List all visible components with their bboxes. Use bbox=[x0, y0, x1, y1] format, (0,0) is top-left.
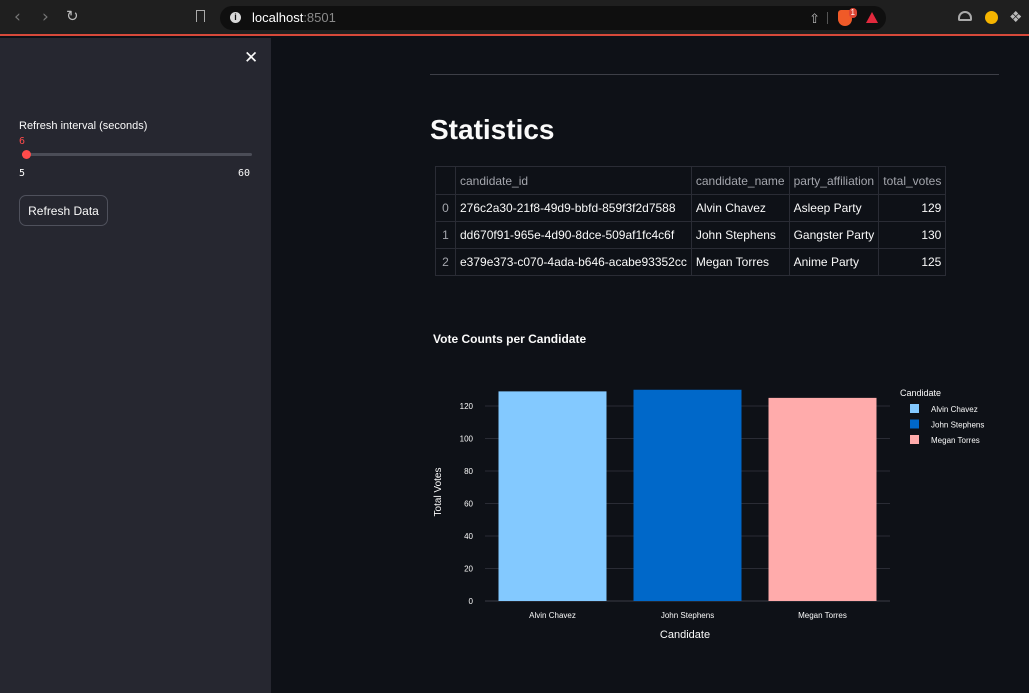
site-info-icon[interactable]: i bbox=[230, 12, 241, 23]
cell-total-votes[interactable]: 129 bbox=[878, 194, 947, 222]
chart-bars bbox=[498, 389, 877, 601]
address-bar[interactable]: i localhost:8501 ⇧ 1 bbox=[220, 6, 886, 30]
slider-thumb[interactable] bbox=[22, 150, 32, 159]
column-header-total-votes[interactable]: total_votes bbox=[878, 166, 947, 195]
bookmark-icon[interactable] bbox=[196, 10, 205, 26]
cell-total-votes[interactable]: 125 bbox=[878, 248, 947, 276]
header-divider bbox=[430, 74, 999, 75]
toolbar-separator bbox=[827, 12, 828, 24]
reload-icon[interactable]: ↻ bbox=[66, 8, 79, 25]
index-header[interactable] bbox=[435, 166, 456, 195]
x-tick-label: Alvin Chavez bbox=[529, 611, 576, 620]
cell-party-affiliation[interactable]: Asleep Party bbox=[788, 194, 880, 222]
y-tick-label: 120 bbox=[460, 402, 474, 411]
chart-title: Vote Counts per Candidate bbox=[433, 332, 587, 346]
close-sidebar-icon[interactable]: ✕ bbox=[244, 48, 258, 68]
cell-party-affiliation[interactable]: Gangster Party bbox=[788, 221, 880, 249]
page-title: Statistics bbox=[430, 114, 555, 145]
legend-entry[interactable]: Megan Torres bbox=[931, 436, 980, 445]
forward-icon[interactable]: › bbox=[42, 9, 49, 26]
y-tick-label: 100 bbox=[460, 435, 474, 444]
table-row: 1 dd670f91-965e-4d90-8dce-509af1fc4c6f J… bbox=[435, 221, 947, 249]
legend-title: Candidate bbox=[900, 388, 941, 398]
brave-rewards-icon[interactable] bbox=[866, 12, 878, 23]
cell-candidate-id[interactable]: e379e373-c070-4ada-b646-acabe93352cc bbox=[455, 248, 692, 276]
bar-alvin-chavez[interactable] bbox=[498, 391, 607, 601]
y-tick-label: 40 bbox=[464, 532, 473, 541]
column-header-party-affiliation[interactable]: party_affiliation bbox=[788, 166, 880, 195]
slider-max-label: 60 bbox=[238, 168, 251, 179]
bar-john-stephens[interactable] bbox=[633, 389, 742, 601]
back-icon[interactable]: ‹ bbox=[14, 9, 21, 26]
sidebar: ✕ Refresh interval (seconds) 6 5 60 Refr… bbox=[0, 38, 271, 693]
refresh-data-button[interactable]: Refresh Data bbox=[19, 195, 108, 226]
cell-candidate-name[interactable]: John Stephens bbox=[690, 221, 790, 249]
slider-label: Refresh interval (seconds) bbox=[19, 120, 148, 132]
url-text: localhost:8501 bbox=[252, 10, 336, 25]
column-header-candidate-name[interactable]: candidate_name bbox=[690, 166, 790, 195]
table-row: 2 e379e373-c070-4ada-b646-acabe93352cc M… bbox=[435, 248, 947, 276]
row-index: 0 bbox=[435, 194, 456, 222]
chart-legend[interactable]: Candidate Alvin Chavez John Stephens Megan… bbox=[900, 388, 984, 445]
y-tick-label: 20 bbox=[464, 565, 473, 574]
cell-candidate-id[interactable]: dd670f91-965e-4d90-8dce-509af1fc4c6f bbox=[455, 221, 692, 249]
cell-candidate-name[interactable]: Megan Torres bbox=[690, 248, 790, 276]
y-axis-label: Total Votes bbox=[433, 468, 444, 517]
x-tick-label: Megan Torres bbox=[798, 611, 847, 620]
column-header-candidate-id[interactable]: candidate_id bbox=[455, 166, 692, 195]
slider-min-label: 5 bbox=[19, 168, 26, 179]
share-icon[interactable]: ⇧ bbox=[809, 11, 820, 27]
x-tick-label: John Stephens bbox=[661, 611, 714, 620]
y-tick-label: 60 bbox=[464, 500, 473, 509]
cell-candidate-name[interactable]: Alvin Chavez bbox=[690, 194, 790, 222]
cell-party-affiliation[interactable]: Anime Party bbox=[788, 248, 880, 276]
y-tick-label: 80 bbox=[464, 467, 473, 476]
cell-total-votes[interactable]: 130 bbox=[878, 221, 947, 249]
wallet-icon[interactable] bbox=[958, 11, 972, 21]
x-axis-label: Candidate bbox=[660, 629, 710, 641]
url-host: localhost bbox=[252, 10, 304, 25]
vote-counts-bar-chart[interactable]: 0 20 40 60 80 100 120 Alvin Chavez John Stephens… bbox=[425, 360, 1025, 650]
table-row: 0 276c2a30-21f8-49d9-bbfd-859f3f2d7588 A… bbox=[435, 194, 947, 222]
statistics-table[interactable]: candidate_id candidate_name party_affili… bbox=[435, 166, 947, 276]
browser-toolbar: ‹ › ↻ i localhost:8501 ⇧ 1 ❖ bbox=[0, 0, 1029, 36]
shields-count-badge: 1 bbox=[848, 8, 857, 18]
row-index: 2 bbox=[435, 248, 456, 276]
slider-track[interactable] bbox=[22, 153, 252, 156]
legend-entry[interactable]: John Stephens bbox=[931, 421, 984, 430]
legend-swatch bbox=[910, 435, 919, 444]
extensions-puzzle-icon[interactable]: ❖ bbox=[1009, 8, 1022, 26]
table-header-row: candidate_id candidate_name party_affili… bbox=[435, 166, 947, 195]
url-port: :8501 bbox=[303, 10, 336, 25]
extension-coin-icon[interactable] bbox=[985, 11, 998, 24]
row-index: 1 bbox=[435, 221, 456, 249]
legend-entry[interactable]: Alvin Chavez bbox=[931, 405, 978, 414]
slider-current-value: 6 bbox=[19, 136, 26, 147]
legend-swatch bbox=[910, 419, 919, 429]
bar-megan-torres[interactable] bbox=[768, 397, 877, 601]
y-tick-label: 0 bbox=[469, 597, 474, 606]
cell-candidate-id[interactable]: 276c2a30-21f8-49d9-bbfd-859f3f2d7588 bbox=[455, 194, 692, 222]
legend-swatch bbox=[910, 404, 919, 413]
